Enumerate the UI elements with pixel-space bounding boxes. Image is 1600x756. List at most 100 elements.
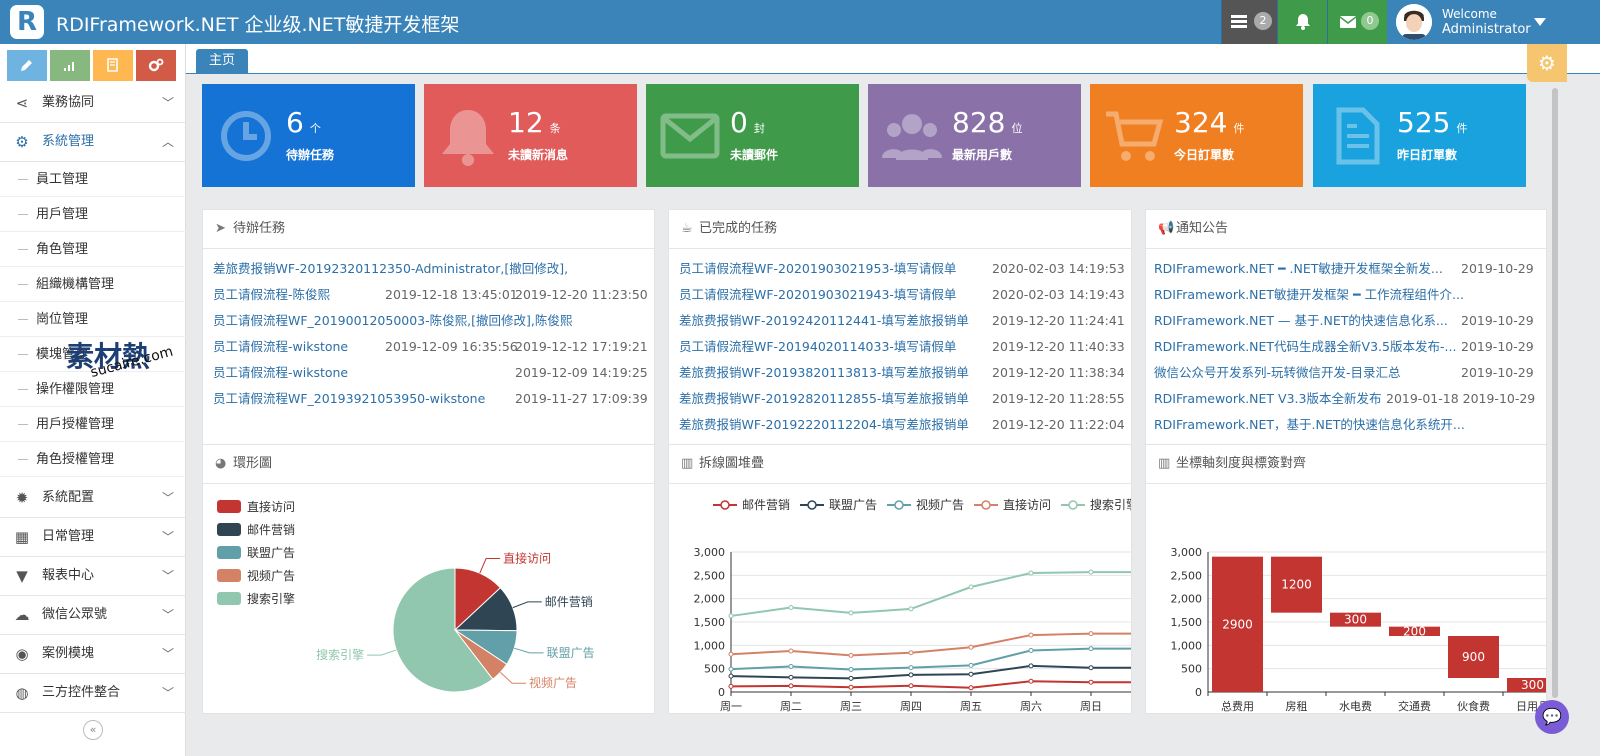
series-point[interactable] [1028,678,1034,684]
nav-menu-cases[interactable]: ◉ 案例模塊 ﹀ [0,635,186,674]
task-link[interactable]: 员工请假流程WF-20194020114033-填写请假单 [679,334,956,360]
series-point[interactable] [848,666,854,672]
series-point[interactable] [788,605,794,611]
series-point[interactable] [728,683,734,689]
notice-link[interactable]: RDIFramework.NET敏捷开发框架 ━ 工作流程组件介... [1154,282,1464,308]
series-point[interactable] [908,650,914,656]
notice-link[interactable]: 微信公众号开发系列-玩转微信开发-目录汇总 [1154,360,1401,386]
series-point[interactable] [908,606,914,612]
series-point[interactable] [1088,665,1094,671]
submenu-item[interactable]: 角色授權管理 [0,442,186,477]
tasks-button[interactable]: 2 [1221,0,1277,44]
stat-tile-pending[interactable]: 6个 待辦任務 [202,84,415,187]
task-link[interactable]: 员工请假流程WF-20201903021943-填写请假单 [679,282,956,308]
series-point[interactable] [968,685,974,691]
notice-link[interactable]: RDIFramework.NET代码生成器全新V3.5版本发布-... [1154,334,1456,360]
shortcut-pencil-button[interactable] [7,50,47,81]
list-item[interactable]: RDIFramework.NET ━ .NET敏捷开发框架全新发... 2019-… [1154,256,1536,282]
series-point[interactable] [1088,569,1094,575]
list-item[interactable]: 员工请假流程WF-20201903021953-填写请假单 2020-02-03 … [679,256,1125,282]
list-item[interactable]: 差旅费报销WF-20192320112350-Administrator,[撤回… [213,256,644,282]
list-item[interactable]: 差旅费报销WF-20192220112204-填写差旅报销单 2019-12-20… [679,412,1125,438]
task-link[interactable]: 员工请假流程WF_20193921053950-wikstone [213,386,485,412]
series-point[interactable] [1028,632,1034,638]
series-point[interactable] [1088,631,1094,637]
series-point[interactable] [908,672,914,678]
nav-menu-config[interactable]: ✹ 系統配置 ﹀ [0,479,186,518]
nav-menu-collab[interactable]: ⋖ 業務協同 ﹀ [0,84,186,123]
messages-button[interactable]: 0 [1327,0,1387,44]
task-link[interactable]: 差旅费报销WF-20192420112441-填写差旅报销单 [679,308,969,334]
shortcut-book-button[interactable] [93,50,133,81]
list-item[interactable]: 员工请假流程-陈俊熙 2019-12-18 13:45:01 2019-12-20 … [213,282,648,308]
nav-menu-thirdparty[interactable]: ◍ 三方控件整合 ﹀ [0,674,186,713]
logo[interactable]: R [10,5,44,39]
legend-label[interactable]: 联盟广告 [829,498,877,512]
series-point[interactable] [968,671,974,677]
task-link[interactable]: 员工请假流程WF_20190012050003-陈俊熙,[撤回修改],陈俊熙 [213,308,572,334]
list-item[interactable]: RDIFramework.NET V3.3版本全新发布 2019-01-18 20… [1154,386,1536,412]
series-point[interactable] [1028,663,1034,669]
series-point[interactable] [788,683,794,689]
task-link[interactable]: 差旅费报销WF-20192820112855-填写差旅报销单 [679,386,969,412]
series-point[interactable] [1088,646,1094,652]
series-point[interactable] [848,652,854,658]
tab-home[interactable]: 主页 [196,49,248,74]
series-point[interactable] [848,610,854,616]
stat-tile-messages[interactable]: 12 条 未讀新消息 [424,84,637,187]
submenu-item[interactable]: 用戶授權管理 [0,407,186,442]
task-link[interactable]: 员工请假流程WF-20201903021953-填写请假单 [679,256,956,282]
shortcut-signal-button[interactable] [50,50,90,81]
shortcut-cogs-button[interactable] [136,50,176,81]
legend-label[interactable]: 搜索引擎 [1090,497,1132,512]
task-link[interactable]: 差旅费报销WF-20192320112350-Administrator,[撤回… [213,256,568,282]
submenu-item[interactable]: 組織機構管理 [0,267,186,302]
submenu-item[interactable]: 角色管理 [0,232,186,267]
task-link[interactable]: 员工请假流程-wikstone [213,360,348,386]
series-point[interactable] [1088,679,1094,685]
list-item[interactable]: 员工请假流程-wikstone 2019-12-09 16:35:56 2019-1… [213,334,648,360]
legend-label[interactable]: 直接访问 [1003,497,1051,512]
sidebar-collapse-button[interactable]: « [83,720,103,740]
list-item[interactable]: RDIFramework.NET敏捷开发框架 ━ 工作流程组件介... [1154,282,1536,308]
chat-button[interactable]: 💬 [1535,700,1569,734]
user-menu[interactable]: Welcome Administrator [1442,6,1531,38]
task-link[interactable]: 差旅费报销WF-20193820113813-填写差旅报销单 [679,360,969,386]
list-item[interactable]: 员工请假流程WF_20190012050003-陈俊熙,[撤回修改],陈俊熙 [213,308,644,334]
avatar[interactable] [1396,4,1432,40]
list-item[interactable]: 员工请假流程WF-20194020114033-填写请假单 2019-12-20 … [679,334,1125,360]
nav-menu-wechat[interactable]: ☁ 微信公眾號 ﹀ [0,596,186,635]
submenu-item[interactable]: 員工管理 [0,162,186,197]
app-title[interactable]: RDIFramework.NET 企业级.NET敏捷开发框架 [56,10,459,37]
series-point[interactable] [1028,647,1034,653]
series-point[interactable] [788,664,794,670]
nav-menu-report[interactable]: ▼ 報表中心 ﹀ [0,557,186,596]
task-link[interactable]: 员工请假流程-陈俊熙 [213,282,330,308]
series-point[interactable] [968,644,974,650]
series-point[interactable] [848,684,854,690]
nav-menu-daily[interactable]: ▦ 日常管理 ﹀ [0,518,186,557]
task-link[interactable]: 员工请假流程-wikstone [213,334,348,360]
list-item[interactable]: 员工请假流程WF_20193921053950-wikstone 2019-11-… [213,386,648,412]
series-point[interactable] [1028,570,1034,576]
stat-tile-today-orders[interactable]: 324 件 今日訂單數 [1090,84,1303,187]
list-item[interactable]: 差旅费报销WF-20193820113813-填写差旅报销单 2019-12-20… [679,360,1125,386]
list-item[interactable]: RDIFramework.NET代码生成器全新V3.5版本发布-... 2019-… [1154,334,1536,360]
notifications-button[interactable] [1277,0,1327,44]
notice-link[interactable]: RDIFramework.NET — 基于.NET的快速信息化系... [1154,308,1448,334]
nav-menu-system[interactable]: ⚙ 系統管理 ︿ [0,123,186,162]
series-point[interactable] [788,648,794,654]
submenu-item[interactable]: 崗位管理 [0,302,186,337]
series-point[interactable] [728,666,734,672]
list-item[interactable]: RDIFramework.NET，基于.NET的快速信息化系统开... [1154,412,1536,438]
list-item[interactable]: 差旅费报销WF-20192820112855-填写差旅报销单 2019-12-20… [679,386,1125,412]
notice-link[interactable]: RDIFramework.NET ━ .NET敏捷开发框架全新发... [1154,256,1443,282]
series-point[interactable] [908,665,914,671]
task-link[interactable]: 差旅费报销WF-20192220112204-填写差旅报销单 [679,412,969,438]
list-item[interactable]: 微信公众号开发系列-玩转微信开发-目录汇总 2019-10-29 [1154,360,1536,386]
notice-link[interactable]: RDIFramework.NET V3.3版本全新发布 [1154,386,1381,412]
series-point[interactable] [968,584,974,590]
stat-tile-users[interactable]: 828 位 最新用戶數 [868,84,1081,187]
submenu-item[interactable]: 用戶管理 [0,197,186,232]
stat-tile-yesterday-orders[interactable]: 525 件 昨日訂單數 [1313,84,1526,187]
